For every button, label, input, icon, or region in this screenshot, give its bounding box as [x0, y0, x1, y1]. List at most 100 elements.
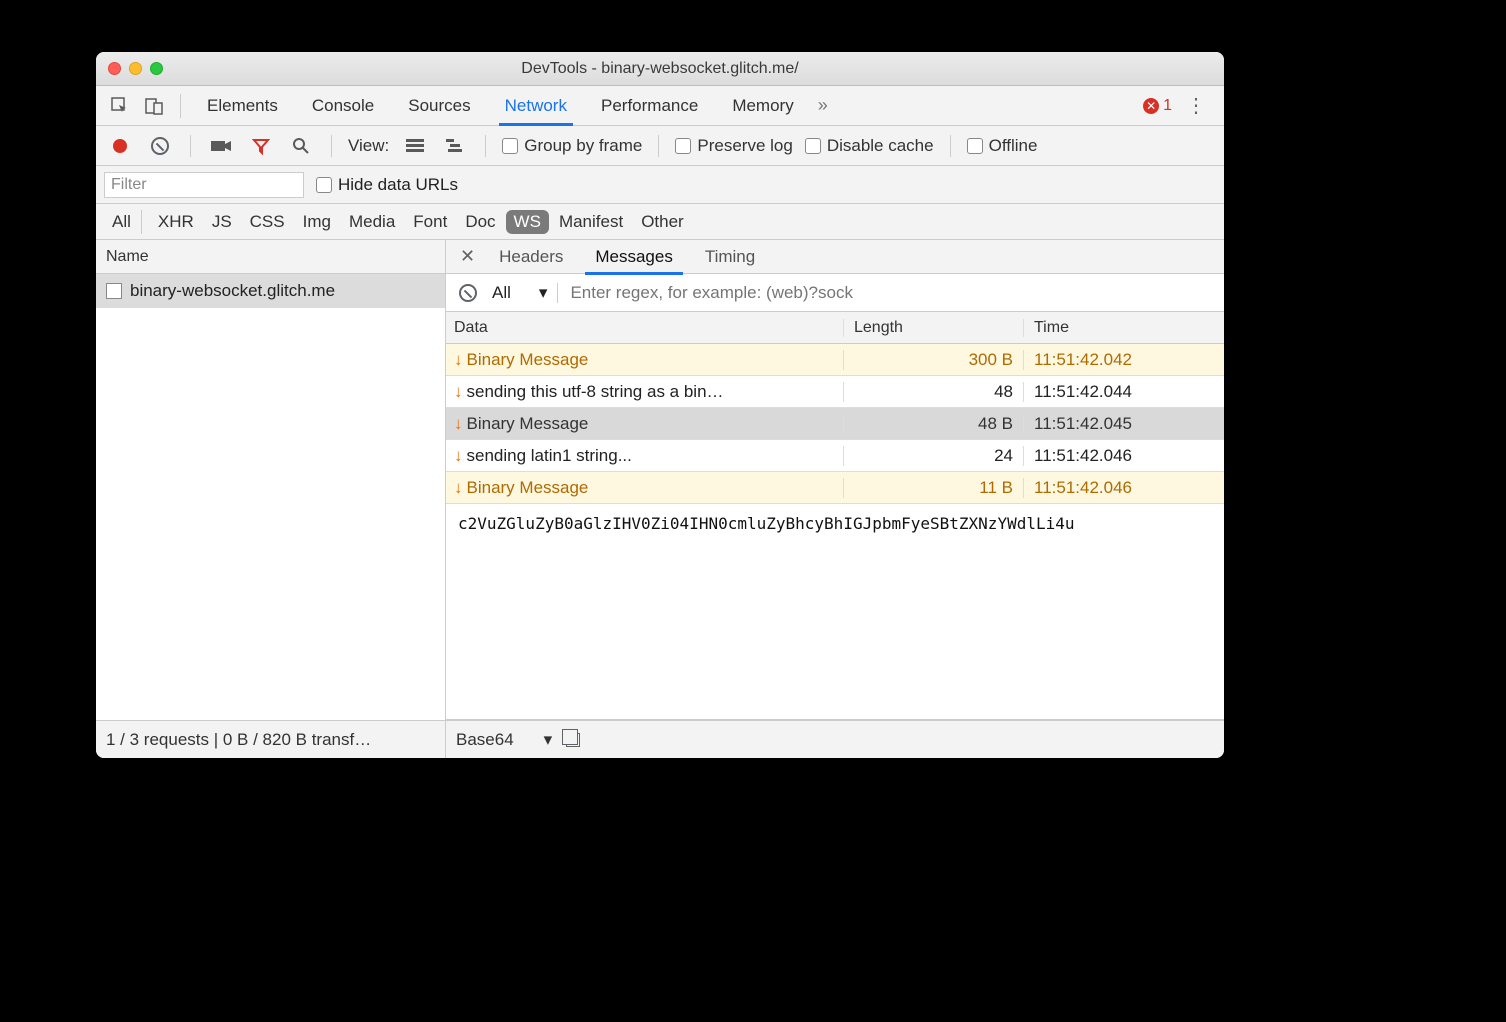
divider [180, 94, 181, 118]
request-detail: ✕ HeadersMessagesTiming All ▾ Data Lengt… [446, 240, 1224, 720]
type-filter-media[interactable]: Media [341, 210, 403, 234]
incoming-arrow-icon: ↓ [454, 382, 463, 402]
request-row[interactable]: binary-websocket.glitch.me [96, 274, 445, 308]
message-row[interactable]: ↓Binary Message 48 B11:51:42.045 [446, 408, 1224, 440]
type-filter-font[interactable]: Font [405, 210, 455, 234]
type-filter-manifest[interactable]: Manifest [551, 210, 631, 234]
message-length: 48 B [844, 414, 1024, 434]
window-title: DevTools - binary-websocket.glitch.me/ [96, 60, 1224, 78]
message-time: 11:51:42.046 [1024, 478, 1224, 498]
inspect-element-icon[interactable] [106, 92, 134, 120]
encoding-select[interactable]: Base64 ▾ [456, 730, 552, 750]
devtools-window: DevTools - binary-websocket.glitch.me/ E… [96, 52, 1224, 758]
message-length: 24 [844, 446, 1024, 466]
clear-messages-button[interactable] [454, 279, 482, 307]
close-detail-icon[interactable]: ✕ [454, 246, 481, 267]
traffic-lights [108, 62, 163, 75]
col-time[interactable]: Time [1024, 319, 1224, 337]
panel-tab-elements[interactable]: Elements [193, 86, 292, 126]
message-text: sending latin1 string... [467, 446, 632, 466]
request-list: Name binary-websocket.glitch.me [96, 240, 446, 720]
type-filter-css[interactable]: CSS [242, 210, 293, 234]
chevron-down-icon: ▾ [544, 730, 553, 750]
group-by-frame-checkbox[interactable]: Group by frame [502, 136, 642, 156]
incoming-arrow-icon: ↓ [454, 446, 463, 466]
clear-button[interactable] [146, 132, 174, 160]
message-row[interactable]: ↓Binary Message300 B11:51:42.042 [446, 344, 1224, 376]
request-list-header[interactable]: Name [96, 240, 445, 274]
settings-menu-icon[interactable]: ⋮ [1186, 93, 1206, 118]
message-type-select[interactable]: All ▾ [492, 283, 558, 303]
message-time: 11:51:42.044 [1024, 382, 1224, 402]
zoom-window-button[interactable] [150, 62, 163, 75]
type-filter-other[interactable]: Other [633, 210, 692, 234]
error-indicator[interactable]: ✕ 1 [1143, 97, 1172, 115]
type-filter-img[interactable]: Img [295, 210, 339, 234]
filter-row: Filter Hide data URLs [96, 166, 1224, 204]
message-length: 11 B [844, 478, 1024, 498]
filter-input[interactable]: Filter [104, 172, 304, 198]
copy-button[interactable] [566, 733, 580, 747]
search-icon[interactable] [287, 132, 315, 160]
preserve-log-checkbox[interactable]: Preserve log [675, 136, 792, 156]
message-payload[interactable]: c2VuZGluZyB0aGlzIHV0Zi04IHN0cmluZyBhcyBh… [446, 504, 1224, 720]
detail-tab-headers[interactable]: Headers [485, 240, 577, 274]
large-rows-icon[interactable] [401, 132, 429, 160]
message-length: 300 B [844, 350, 1024, 370]
incoming-arrow-icon: ↓ [454, 350, 463, 370]
request-summary: 1 / 3 requests | 0 B / 820 B transf… [96, 721, 446, 758]
offline-checkbox[interactable]: Offline [967, 136, 1038, 156]
close-window-button[interactable] [108, 62, 121, 75]
content-split: Name binary-websocket.glitch.me ✕ Header… [96, 240, 1224, 720]
message-time: 11:51:42.046 [1024, 446, 1224, 466]
type-filter-doc[interactable]: Doc [457, 210, 503, 234]
type-filter-row: All XHRJSCSSImgMediaFontDocWSManifestOthe… [96, 204, 1224, 240]
incoming-arrow-icon: ↓ [454, 478, 463, 498]
websocket-icon [106, 283, 122, 299]
message-length: 48 [844, 382, 1024, 402]
panel-tab-memory[interactable]: Memory [718, 86, 807, 126]
status-bar: 1 / 3 requests | 0 B / 820 B transf… Bas… [96, 720, 1224, 758]
error-count: 1 [1163, 97, 1172, 115]
message-regex-input[interactable] [568, 282, 1216, 304]
type-filter-js[interactable]: JS [204, 210, 240, 234]
titlebar: DevTools - binary-websocket.glitch.me/ [96, 52, 1224, 86]
more-tabs-icon[interactable]: » [818, 95, 828, 116]
message-row[interactable]: ↓sending latin1 string... 2411:51:42.046 [446, 440, 1224, 472]
detail-tab-messages[interactable]: Messages [581, 240, 686, 274]
messages-toolbar: All ▾ [446, 274, 1224, 312]
hide-data-urls-checkbox[interactable]: Hide data URLs [316, 175, 458, 195]
messages-header: Data Length Time [446, 312, 1224, 344]
clear-icon [151, 137, 169, 155]
messages-table: Data Length Time ↓Binary Message300 B11:… [446, 312, 1224, 504]
disable-cache-checkbox[interactable]: Disable cache [805, 136, 934, 156]
message-text: Binary Message [467, 414, 589, 434]
panel-tab-sources[interactable]: Sources [394, 86, 484, 126]
panel-tab-performance[interactable]: Performance [587, 86, 712, 126]
minimize-window-button[interactable] [129, 62, 142, 75]
clear-icon [459, 284, 477, 302]
col-data[interactable]: Data [446, 319, 844, 337]
device-toolbar-icon[interactable] [140, 92, 168, 120]
message-time: 11:51:42.045 [1024, 414, 1224, 434]
col-length[interactable]: Length [844, 319, 1024, 337]
message-text: sending this utf-8 string as a bin… [467, 382, 724, 402]
message-time: 11:51:42.042 [1024, 350, 1224, 370]
message-row[interactable]: ↓sending this utf-8 string as a bin… 4811… [446, 376, 1224, 408]
detail-tab-timing[interactable]: Timing [691, 240, 769, 274]
type-filter-xhr[interactable]: XHR [150, 210, 202, 234]
network-toolbar: View: Group by frame Preserve log Disabl… [96, 126, 1224, 166]
type-filter-ws[interactable]: WS [506, 210, 549, 234]
detail-tabs: ✕ HeadersMessagesTiming [446, 240, 1224, 274]
incoming-arrow-icon: ↓ [454, 414, 463, 434]
record-button[interactable] [106, 132, 134, 160]
message-row[interactable]: ↓Binary Message11 B11:51:42.046 [446, 472, 1224, 504]
filter-toggle-icon[interactable] [247, 132, 275, 160]
overview-icon[interactable] [441, 132, 469, 160]
panel-tab-network[interactable]: Network [491, 86, 581, 126]
chevron-down-icon: ▾ [539, 283, 548, 303]
panel-tab-console[interactable]: Console [298, 86, 388, 126]
request-name: binary-websocket.glitch.me [130, 281, 335, 301]
capture-screenshots-icon[interactable] [207, 132, 235, 160]
type-filter-all[interactable]: All [104, 210, 142, 234]
